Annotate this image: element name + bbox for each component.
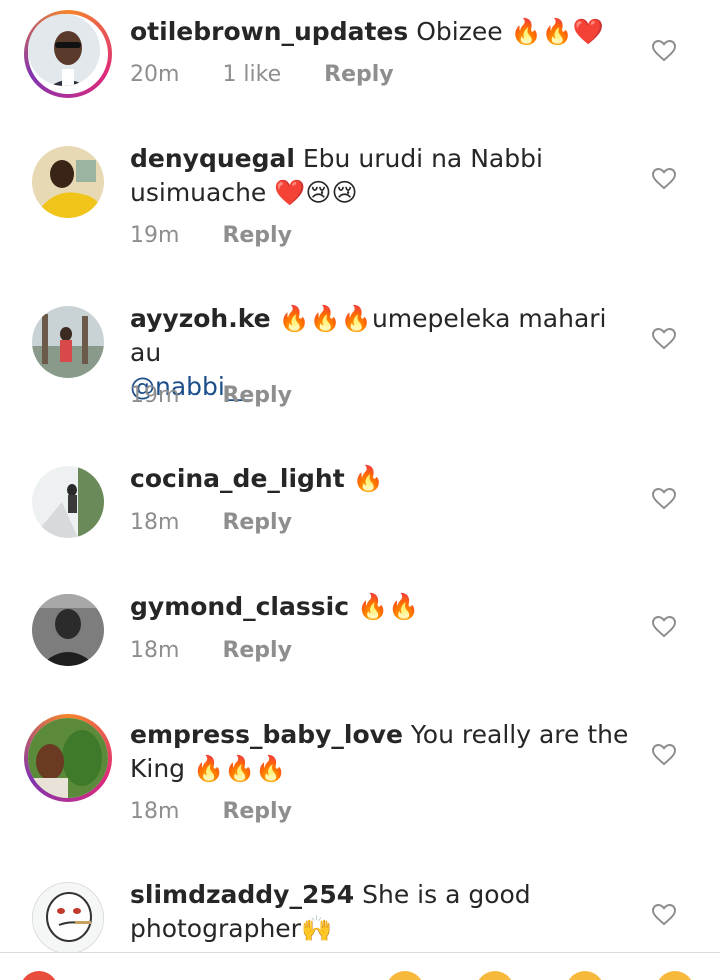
outdoor-avatar[interactable] <box>32 306 104 378</box>
story-ring[interactable] <box>24 714 112 802</box>
comment-time: 18m <box>130 638 180 663</box>
comment-body: 🔥🔥 <box>356 592 420 621</box>
story-ring[interactable] <box>24 10 112 98</box>
reply-button[interactable]: Reply <box>222 223 292 248</box>
heart-icon[interactable] <box>652 616 676 638</box>
comment-body: Obizee 🔥🔥❤️ <box>416 17 604 46</box>
comment-text: denyquegal Ebu urudi na Nabbi usimuache … <box>130 142 630 210</box>
comment-text: otilebrown_updates Obizee 🔥🔥❤️ <box>130 15 630 49</box>
reply-button[interactable]: Reply <box>222 799 292 824</box>
comment-username[interactable]: slimdzaddy_254 <box>130 880 354 909</box>
comment-likes[interactable]: 1 like <box>222 62 281 87</box>
comment-time: 19m <box>130 383 180 408</box>
comment-text: empress_baby_love You really are the Kin… <box>130 718 630 786</box>
street-avatar[interactable] <box>32 466 104 538</box>
comment-username[interactable]: otilebrown_updates <box>130 17 408 46</box>
heart-icon[interactable] <box>652 488 676 510</box>
comment-meta: 19m Reply <box>130 223 328 248</box>
person-sunglasses-avatar[interactable] <box>28 14 100 86</box>
comment-text: cocina_de_light 🔥 <box>130 462 630 496</box>
comment-text: slimdzaddy_254 She is a good photographe… <box>130 878 630 946</box>
comment-username[interactable]: denyquegal <box>130 144 295 173</box>
comment-time: 20m <box>130 62 180 87</box>
comment-time: 18m <box>130 799 180 824</box>
emoji-reaction-icon[interactable] <box>20 971 58 980</box>
emoji-reaction-icon[interactable] <box>566 971 604 980</box>
reply-button[interactable]: Reply <box>324 62 394 87</box>
comment-username[interactable]: ayyzoh.ke <box>130 304 271 333</box>
comment-meta: 18m Reply <box>130 638 328 663</box>
comment-username[interactable]: empress_baby_love <box>130 720 403 749</box>
reply-button[interactable]: Reply <box>222 383 292 408</box>
cartoon-face-avatar[interactable] <box>32 882 104 954</box>
comment-meta: 20m 1 like Reply <box>130 62 430 87</box>
comment-time: 18m <box>130 510 180 535</box>
comment-time: 19m <box>130 223 180 248</box>
comment-username[interactable]: gymond_classic <box>130 592 349 621</box>
selfie-avatar[interactable] <box>28 718 108 798</box>
heart-icon[interactable] <box>652 328 676 350</box>
emoji-reaction-icon[interactable] <box>386 971 424 980</box>
emoji-quick-reply-bar <box>0 953 720 980</box>
heart-icon[interactable] <box>652 744 676 766</box>
comment-text: gymond_classic 🔥🔥 <box>130 590 630 624</box>
reply-button[interactable]: Reply <box>222 638 292 663</box>
heart-icon[interactable] <box>652 40 676 62</box>
emoji-reaction-icon[interactable] <box>656 971 694 980</box>
emoji-reaction-icon[interactable] <box>476 971 514 980</box>
bw-portrait-avatar[interactable] <box>32 594 104 666</box>
woman-yellow-avatar[interactable] <box>32 146 104 218</box>
reply-button[interactable]: Reply <box>222 510 292 535</box>
comment-meta: 18m Reply <box>130 799 328 824</box>
comment-meta: 19m Reply <box>130 383 328 408</box>
comment-meta: 18m Reply <box>130 510 328 535</box>
comment-body: 🔥 <box>352 464 384 493</box>
heart-icon[interactable] <box>652 168 676 190</box>
comment-username[interactable]: cocina_de_light <box>130 464 345 493</box>
heart-icon[interactable] <box>652 904 676 926</box>
